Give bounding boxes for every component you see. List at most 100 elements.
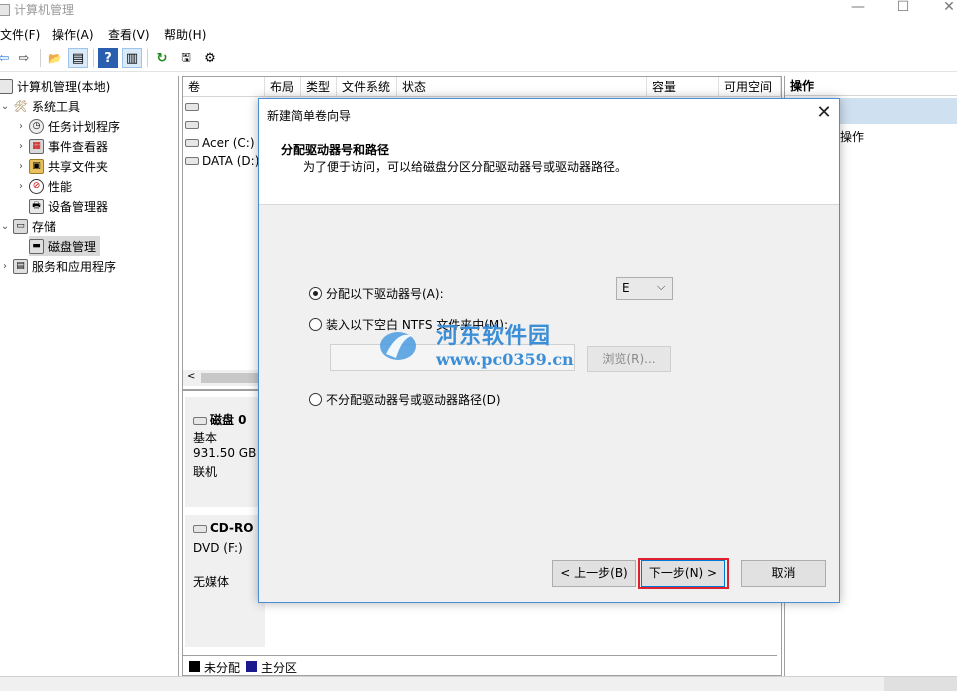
volume-row[interactable]: Acer (C:) [185,134,255,152]
disk-icon [193,416,207,425]
tree-label: 系统工具 [32,99,81,114]
disk-0-title: 磁盘 0 [193,411,247,428]
chevron-right-icon[interactable]: › [16,121,26,132]
close-icon[interactable]: ✕ [813,103,835,125]
close-window-button[interactable]: ✕ [926,0,957,22]
horizontal-scrollbar[interactable]: < [183,370,263,386]
disk-0-size: 931.50 GB [193,446,257,460]
settings-icon[interactable]: ⚙ [200,48,220,68]
window-title: 计算机管理 [14,3,75,17]
unallocated-swatch [189,661,200,672]
tree-label: 性能 [48,179,73,194]
chevron-right-icon[interactable]: › [0,261,10,272]
radio-assign-drive-letter[interactable] [309,287,322,300]
tree-item-disk-management[interactable]: ▬ 磁盘管理 [29,236,101,256]
clock-icon: ◷ [29,118,44,134]
properties-icon[interactable]: 🖫 [176,48,196,68]
chevron-right-icon[interactable]: › [16,161,26,172]
partition-legend: 未分配 主分区 [183,655,777,675]
services-icon: ▤ [13,258,28,274]
up-folder-icon[interactable]: 📂 [45,48,65,68]
cdrom-title: CD-RO [193,521,253,535]
help-icon[interactable]: ? [98,48,118,68]
option-none-label: 不分配驱动器号或驱动器路径(D) [326,393,501,407]
tree-item-shared-folders[interactable]: › ▣ 共享文件夹 [16,156,108,176]
tree-item-root[interactable]: 计算机管理(本地) [0,76,110,96]
menu-bar: 文件(F) 操作(A) 查看(V) 帮助(H) [0,22,957,44]
tree-item-task-scheduler[interactable]: › ◷ 任务计划程序 [16,116,120,136]
dialog-title: 新建简单卷向导 [267,109,352,123]
wizard-heading: 分配驱动器号和路径 [281,143,390,157]
toolbar-divider [93,49,94,67]
radio-no-drive-letter[interactable] [309,393,322,406]
tree-item-services[interactable]: › ▤ 服务和应用程序 [0,256,116,276]
disk-0-kind: 基本 [193,431,218,445]
volume-row[interactable] [185,98,202,116]
volume-icon [185,103,199,111]
refresh-icon[interactable]: ↻ [152,48,172,68]
column-type[interactable]: 类型 [301,77,337,97]
menu-action[interactable]: 操作(A) [52,26,94,43]
column-status[interactable]: 状态 [397,77,647,97]
toolbar: ⇦ ⇨ 📂 ▤ ? ▥ ↻ 🖫 ⚙ [0,44,957,72]
volume-icon [185,121,199,129]
column-filesystem[interactable]: 文件系统 [337,77,397,97]
actions-more-item[interactable]: 操作 [840,128,864,145]
chevron-down-icon[interactable]: ⌄ [0,101,10,112]
cdrom-block[interactable]: CD-RO DVD (F:) 无媒体 [185,515,265,647]
volume-icon [185,157,199,165]
back-button[interactable]: < 上一步(B) [552,560,636,587]
back-arrow-icon[interactable]: ⇦ [0,48,14,68]
tree-item-device-manager[interactable]: 🖶 设备管理器 [29,196,108,216]
disk-0-title-text: 磁盘 0 [210,413,247,427]
tree-item-system-tools[interactable]: ⌄ 🛠 系统工具 [0,96,80,116]
column-capacity[interactable]: 容量 [647,77,719,97]
device-manager-icon: 🖶 [29,198,44,214]
drive-letter-select[interactable]: E ⌵ [616,277,673,300]
next-button[interactable]: 下一步(N) > [641,560,725,587]
volume-row[interactable]: DATA (D:) [185,152,259,170]
wizard-subheading: 为了便于访问，可以给磁盘分区分配驱动器号或驱动器路径。 [303,160,628,174]
tree-label: 磁盘管理 [48,239,97,254]
radio-mount-folder[interactable] [309,318,322,331]
column-volume[interactable]: 卷 [183,77,265,97]
scrollbar-thumb[interactable] [201,373,261,383]
tree-item-performance[interactable]: › ⊘ 性能 [16,176,72,196]
forward-arrow-icon[interactable]: ⇨ [14,48,34,68]
toolbar-divider [40,49,41,67]
show-action-pane-icon[interactable]: ▥ [122,48,142,68]
column-layout[interactable]: 布局 [265,77,301,97]
menu-file[interactable]: 文件(F) [0,26,40,43]
maximize-button[interactable]: ☐ [880,0,926,22]
legend-primary: 主分区 [261,661,298,675]
menu-help[interactable]: 帮助(H) [164,26,206,43]
chevron-right-icon[interactable]: › [16,141,26,152]
status-bar [0,676,957,691]
show-tree-icon[interactable]: ▤ [68,48,88,68]
shared-folder-icon: ▣ [29,158,44,174]
scroll-left-icon[interactable]: < [187,371,195,382]
volume-row[interactable] [185,116,202,134]
storage-icon: ▭ [13,218,28,234]
cdrom-title-text: CD-RO [210,521,254,535]
tree-label: 服务和应用程序 [32,259,117,274]
chevron-down-icon[interactable]: ⌄ [0,221,10,232]
column-free-space[interactable]: 可用空间 [719,77,781,97]
disk-icon: ▬ [29,238,44,254]
option-assign-drive-letter[interactable]: 分配以下驱动器号(A): [309,285,444,302]
tools-icon: 🛠 [13,99,28,113]
column-header: 卷 布局 类型 文件系统 状态 容量 可用空间 [183,77,781,97]
disk-0-state: 联机 [193,465,218,479]
minimize-button[interactable]: — [835,0,881,22]
tree-item-storage[interactable]: ⌄ ▭ 存储 [0,216,56,236]
chevron-right-icon[interactable]: › [16,181,26,192]
volume-name: Acer (C:) [202,136,255,150]
menu-view[interactable]: 查看(V) [108,26,150,43]
cancel-button[interactable]: 取消 [741,560,826,587]
browse-button[interactable]: 浏览(R)... [587,346,671,372]
legend-unallocated: 未分配 [204,661,241,675]
computer-icon [0,78,13,94]
disk-0-block[interactable]: 磁盘 0 基本 931.50 GB 联机 [185,397,265,507]
tree-item-event-viewer[interactable]: › ▦ 事件查看器 [16,136,108,156]
option-no-drive-letter[interactable]: 不分配驱动器号或驱动器路径(D) [309,391,501,408]
